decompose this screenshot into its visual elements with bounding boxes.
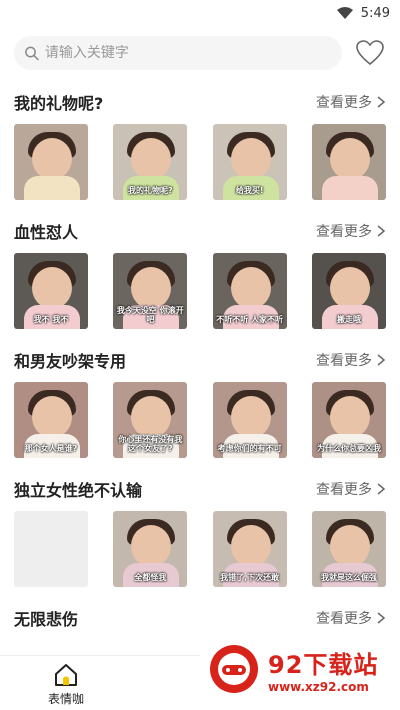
sticker-caption: 考虑你们的有不可: [217, 444, 282, 454]
sticker-thumbnail[interactable]: 搬走哦: [311, 253, 386, 329]
see-more-link[interactable]: 查看更多: [316, 350, 386, 370]
see-more-link[interactable]: 查看更多: [316, 92, 386, 112]
heart-icon: [356, 40, 384, 66]
see-more-label: 查看更多: [316, 611, 372, 627]
section-gift: 我的礼物呢? 查看更多 我的礼物呢? 给我买!: [0, 80, 400, 200]
sticker-thumbnail[interactable]: 你心里还有没有我这个女友了?: [113, 382, 188, 458]
see-more-label: 查看更多: [316, 224, 372, 240]
sticker-thumbnail[interactable]: 我不 我不: [14, 253, 88, 329]
see-more-label: 查看更多: [316, 482, 372, 498]
sticker-thumbnail[interactable]: 为什么你总要凶我: [311, 382, 386, 458]
section-title: 我的礼物呢?: [14, 94, 104, 113]
sticker-thumbnail-placeholder[interactable]: [14, 511, 88, 587]
chevron-right-icon: [377, 225, 386, 237]
watermark-brand: 92下载站: [268, 650, 379, 679]
watermark-url: www.xz92.com: [268, 679, 369, 694]
sticker-thumbnail[interactable]: 全都怪我: [113, 511, 188, 587]
sticker-thumbnail[interactable]: 我错了,下次还敢: [212, 511, 287, 587]
favorites-button[interactable]: [354, 37, 386, 69]
sticker-thumbnail[interactable]: 那个女人是谁?: [14, 382, 88, 458]
chevron-right-icon: [377, 96, 386, 108]
sticker-caption: 我就是这么倔强: [320, 573, 377, 583]
sticker-caption: 给我买!: [235, 186, 264, 196]
sticker-caption: 我今天没空 你滚开吧: [116, 306, 184, 325]
see-more-label: 查看更多: [316, 353, 372, 369]
sticker-caption: 搬走哦: [336, 315, 361, 325]
see-more-link[interactable]: 查看更多: [316, 479, 386, 499]
see-more-link[interactable]: 查看更多: [316, 221, 386, 241]
search-box[interactable]: [14, 36, 342, 70]
sticker-caption: 为什么你总要凶我: [316, 444, 381, 454]
section-independent: 独立女性绝不认输 查看更多 全都怪我 我错了,下次还敢 我就是这么倔强: [0, 467, 400, 587]
section-title: 和男友吵架专用: [14, 352, 127, 371]
chevron-right-icon: [377, 354, 386, 366]
sticker-caption: 不听不听 人家不听: [216, 315, 284, 325]
sticker-thumbnail[interactable]: [14, 124, 88, 200]
section-title: 血性怼人: [14, 223, 79, 242]
home-icon: [55, 664, 77, 686]
search-input[interactable]: [44, 45, 332, 61]
sticker-caption: 我错了,下次还敢: [220, 573, 280, 583]
chevron-right-icon: [377, 612, 386, 624]
sticker-caption: 我的礼物呢?: [128, 186, 173, 196]
section-title: 独立女性绝不认输: [14, 481, 143, 500]
sticker-thumbnail[interactable]: 我的礼物呢?: [113, 124, 188, 200]
sticker-caption: 那个女人是谁?: [24, 444, 78, 454]
watermark-logo-icon: [210, 645, 258, 693]
search-row: [0, 26, 400, 80]
chevron-right-icon: [377, 483, 386, 495]
sticker-thumbnail[interactable]: [311, 124, 386, 200]
watermark: 92下载站 www.xz92.com: [200, 628, 400, 710]
nav-home-label: 表情咖: [47, 692, 84, 706]
status-bar: 5:49: [0, 0, 400, 26]
sticker-thumbnail[interactable]: 给我买!: [212, 124, 287, 200]
section-title: 无限悲伤: [14, 610, 79, 629]
section-sass: 血性怼人 查看更多 我不 我不 我今天没空 你滚开吧 不听不听 人家不听 搬走哦: [0, 209, 400, 329]
sticker-caption: 我不 我不: [33, 315, 69, 325]
sticker-caption: 全都怪我: [134, 573, 167, 583]
sticker-thumbnail[interactable]: 我就是这么倔强: [311, 511, 386, 587]
search-icon: [25, 46, 39, 61]
section-boyfriend: 和男友吵架专用 查看更多 那个女人是谁? 你心里还有没有我这个女友了? 考虑你们…: [0, 338, 400, 458]
wifi-icon: [336, 7, 353, 19]
status-time: 5:49: [360, 5, 390, 21]
sticker-thumbnail[interactable]: 不听不听 人家不听: [212, 253, 287, 329]
see-more-label: 查看更多: [316, 95, 372, 111]
sticker-caption: 你心里还有没有我这个女友了?: [118, 435, 183, 454]
sticker-thumbnail[interactable]: 考虑你们的有不可: [212, 382, 287, 458]
see-more-link[interactable]: 查看更多: [316, 608, 386, 628]
sticker-thumbnail[interactable]: 我今天没空 你滚开吧: [113, 253, 188, 329]
nav-home[interactable]: 表情咖: [40, 662, 92, 707]
